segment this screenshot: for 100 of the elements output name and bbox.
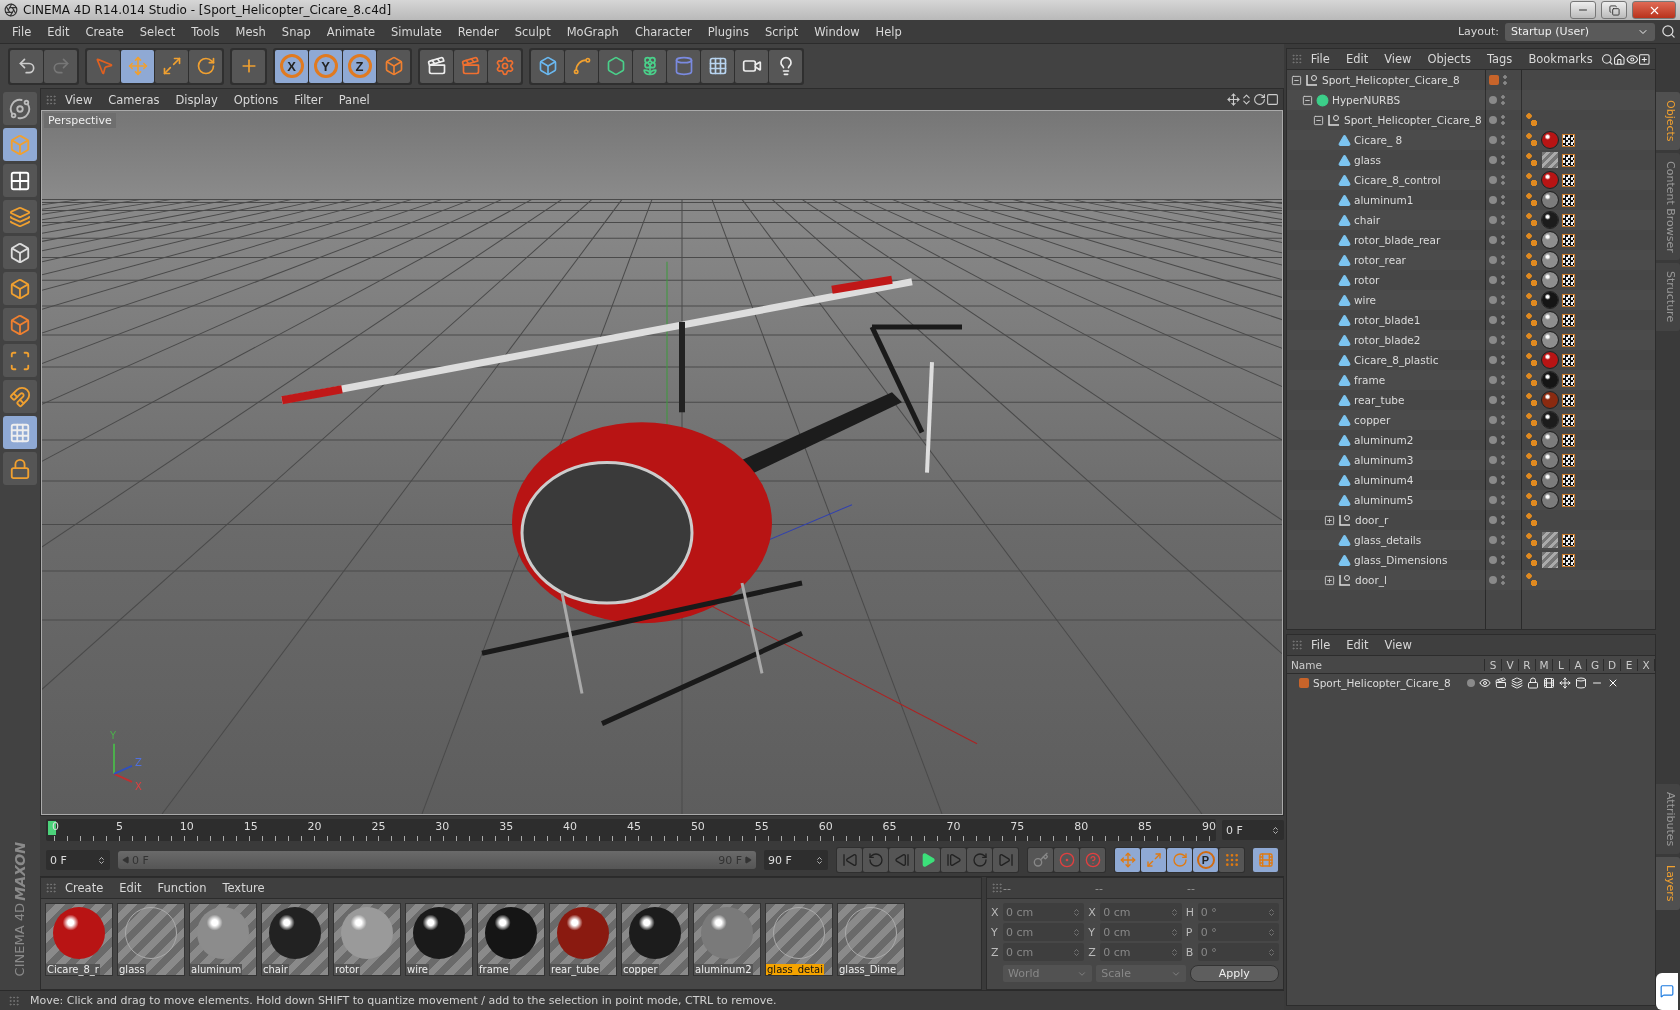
object-row[interactable]: aluminum3: [1287, 450, 1655, 470]
side-tab[interactable]: Attributes: [1656, 784, 1680, 855]
mode-button[interactable]: [3, 236, 37, 269]
visibility-dots[interactable]: [1501, 514, 1505, 526]
visibility-dots[interactable]: [1501, 234, 1505, 246]
visibility-dots[interactable]: [1501, 214, 1505, 226]
object-row[interactable]: Sport_Helicopter_Cicare_8: [1287, 110, 1655, 130]
search-icon[interactable]: [1661, 24, 1676, 39]
tool-button[interactable]: [189, 49, 222, 83]
menu-item[interactable]: Script: [756, 24, 807, 39]
visibility-dots[interactable]: [1501, 274, 1505, 286]
object-row[interactable]: glass: [1287, 150, 1655, 170]
menu-item[interactable]: Sculpt: [506, 24, 559, 39]
menu-item[interactable]: Display: [167, 92, 226, 107]
visibility-dots[interactable]: [1501, 94, 1505, 106]
object-row[interactable]: copper: [1287, 410, 1655, 430]
collapse-icon[interactable]: [1291, 74, 1302, 86]
playback-button[interactable]: [941, 848, 966, 872]
menu-item[interactable]: Edit: [1338, 638, 1377, 652]
cylinder-icon[interactable]: [1575, 677, 1587, 689]
visibility-dots[interactable]: [1501, 554, 1505, 566]
object-row[interactable]: door_l: [1287, 570, 1655, 590]
mode-button[interactable]: [3, 92, 37, 125]
material-swatch[interactable]: aluminum: [189, 903, 257, 976]
mode-button[interactable]: [3, 344, 37, 377]
object-row[interactable]: chair: [1287, 210, 1655, 230]
menu-item[interactable]: Texture: [214, 881, 273, 895]
menu-item[interactable]: Window: [806, 24, 868, 39]
material-swatch[interactable]: glass_Dime: [837, 903, 905, 976]
playback-button[interactable]: [863, 848, 888, 872]
menu-item[interactable]: Select: [131, 24, 184, 39]
menu-item[interactable]: Panel: [330, 92, 378, 107]
object-row[interactable]: glass_details: [1287, 530, 1655, 550]
playback-button[interactable]: [837, 848, 862, 872]
tool-button[interactable]: [121, 49, 154, 83]
start-frame-field[interactable]: 0 F: [46, 850, 110, 870]
menu-item[interactable]: View: [1376, 638, 1420, 652]
mode-button[interactable]: [3, 164, 37, 197]
object-row[interactable]: Cicare_ 8: [1287, 130, 1655, 150]
menu-item[interactable]: File: [1302, 52, 1338, 66]
orbit-icon[interactable]: [1253, 93, 1266, 106]
object-row[interactable]: door_r: [1287, 510, 1655, 530]
menu-item[interactable]: Create: [77, 24, 132, 39]
layer-row[interactable]: Sport_Helicopter_Cicare_8: [1287, 674, 1655, 692]
object-row[interactable]: aluminum2: [1287, 430, 1655, 450]
film-icon[interactable]: [1543, 677, 1555, 689]
tool-button[interactable]: [701, 49, 734, 83]
side-tab[interactable]: Content Browser: [1656, 152, 1680, 261]
key-button[interactable]: [1080, 848, 1105, 872]
visibility-dots[interactable]: [1501, 494, 1505, 506]
menu-item[interactable]: Help: [867, 24, 910, 39]
tool-button[interactable]: [565, 49, 598, 83]
object-row[interactable]: Sport_Helicopter_Cicare_8: [1287, 70, 1655, 90]
tool-button[interactable]: [377, 49, 410, 83]
object-row[interactable]: rotor_blade1: [1287, 310, 1655, 330]
mode-button[interactable]: [3, 272, 37, 305]
menu-item[interactable]: File: [4, 24, 40, 39]
object-row[interactable]: aluminum4: [1287, 470, 1655, 490]
playback-button[interactable]: [915, 848, 940, 872]
visibility-dots[interactable]: [1501, 114, 1505, 126]
material-swatch[interactable]: frame: [477, 903, 545, 976]
layout-dropdown[interactable]: Startup (User): [1505, 22, 1655, 41]
object-row[interactable]: aluminum1: [1287, 190, 1655, 210]
expand-icon[interactable]: [1324, 514, 1335, 526]
menu-item[interactable]: Cameras: [100, 92, 168, 107]
tool-button[interactable]: [735, 49, 768, 83]
eye-icon[interactable]: [1625, 52, 1639, 66]
material-swatch[interactable]: glass: [117, 903, 185, 976]
visibility-dots[interactable]: [1501, 394, 1505, 406]
visibility-dots[interactable]: [1501, 194, 1505, 206]
object-row[interactable]: frame: [1287, 370, 1655, 390]
tool-button[interactable]: [769, 49, 802, 83]
object-row[interactable]: aluminum5: [1287, 490, 1655, 510]
menu-item[interactable]: Bookmarks: [1520, 52, 1601, 66]
menu-item[interactable]: MoGraph: [558, 24, 627, 39]
visibility-dots[interactable]: [1501, 454, 1505, 466]
zoom-icon[interactable]: [1240, 93, 1253, 106]
menu-item[interactable]: Function: [149, 881, 215, 895]
visibility-dots[interactable]: [1501, 534, 1505, 546]
mode-button[interactable]: [3, 380, 37, 413]
key-button[interactable]: [1028, 848, 1053, 872]
tool-button[interactable]: [420, 49, 453, 83]
menu-item[interactable]: Edit: [1337, 52, 1377, 66]
playback-button[interactable]: [889, 848, 914, 872]
menu-item[interactable]: Tools: [183, 24, 228, 39]
menu-item[interactable]: Objects: [1419, 52, 1479, 66]
object-row[interactable]: rotor_rear: [1287, 250, 1655, 270]
object-row[interactable]: Cicare_8_control: [1287, 170, 1655, 190]
menu-item[interactable]: View: [1376, 52, 1420, 66]
object-row[interactable]: HyperNURBS: [1287, 90, 1655, 110]
visibility-dots[interactable]: [1501, 374, 1505, 386]
visibility-dots[interactable]: [1503, 74, 1507, 86]
menu-item[interactable]: View: [57, 92, 101, 107]
material-swatch[interactable]: copper: [621, 903, 689, 976]
side-tab[interactable]: Layers: [1656, 857, 1680, 910]
mode-button[interactable]: [3, 200, 37, 233]
menu-item[interactable]: Plugins: [699, 24, 757, 39]
material-swatch[interactable]: rotor: [333, 903, 401, 976]
menu-item[interactable]: Animate: [318, 24, 383, 39]
visibility-dots[interactable]: [1501, 434, 1505, 446]
